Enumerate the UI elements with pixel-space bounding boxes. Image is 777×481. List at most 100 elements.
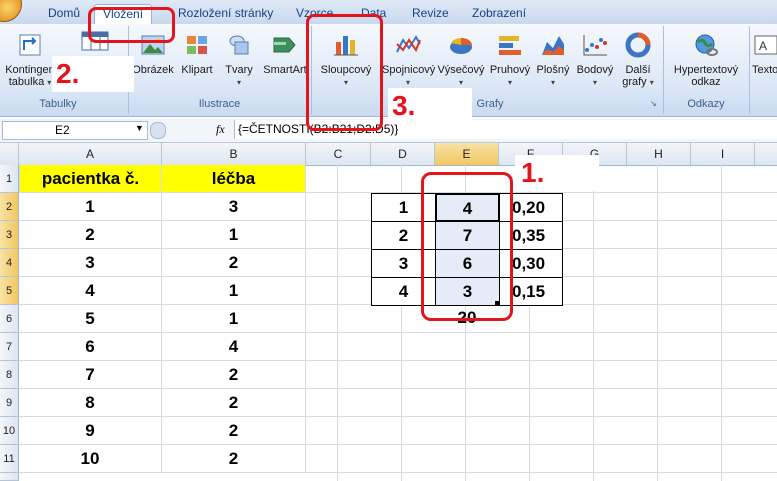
row-header-4[interactable]: 4	[0, 249, 19, 277]
column-header-a[interactable]: A	[19, 143, 162, 165]
tab-zobrazeni[interactable]: Zobrazení	[472, 6, 526, 20]
column-header-d[interactable]: D	[371, 143, 435, 165]
obrazek-label: Obrázek	[132, 64, 174, 76]
row-header-8[interactable]: 8	[0, 361, 19, 389]
cell-b3[interactable]: 1	[162, 221, 306, 249]
pie-chart-icon	[450, 38, 472, 54]
textove-pole-button[interactable]: A Texto	[752, 32, 777, 76]
tvary-button[interactable]: Tvary ▾	[220, 32, 258, 89]
name-box-value: E2	[55, 123, 70, 137]
tvary-label: Tvary	[225, 64, 253, 76]
bar-chart-icon	[499, 36, 521, 55]
klipart-button[interactable]: Klipart	[178, 32, 216, 76]
dialog-launcher-icon[interactable]: ↘	[650, 99, 657, 108]
text-box-icon: A	[754, 35, 777, 55]
plosny-label: Plošný	[536, 64, 570, 76]
select-all-corner[interactable]	[0, 143, 19, 165]
cell-b4[interactable]: 2	[162, 249, 306, 277]
pruhovy-graf-button[interactable]: Pruhový ▾	[488, 32, 532, 89]
cell-a9[interactable]: 8	[19, 389, 162, 417]
tab-rozlozeni-stranky[interactable]: Rozložení stránky	[178, 6, 273, 20]
smartart-button[interactable]: SmartArt	[260, 32, 310, 76]
row-header-10[interactable]: 10	[0, 417, 19, 445]
cell-b7[interactable]: 4	[162, 333, 306, 361]
hypertextovy-label: Hypertextový odkaz	[673, 64, 739, 88]
doughnut-chart-icon	[625, 32, 651, 58]
shapes-icon	[229, 35, 249, 55]
smartart-label: SmartArt	[263, 64, 307, 76]
cell-a6[interactable]: 5	[19, 305, 162, 333]
cell-a3[interactable]: 2	[19, 221, 162, 249]
office-button-icon[interactable]	[0, 0, 22, 22]
smartart-icon	[273, 37, 296, 53]
pruhovy-label: Pruhový	[489, 64, 531, 76]
cell-a4[interactable]: 3	[19, 249, 162, 277]
fx-icon[interactable]: fx	[216, 122, 225, 137]
cell-a1[interactable]: pacientka č.	[19, 165, 162, 193]
name-box[interactable]: E2 ▼	[2, 121, 148, 140]
bodovy-label: Bodový	[576, 64, 614, 76]
vysecovy-graf-button[interactable]: Výsečový ▾	[436, 32, 486, 89]
group-label-ilustrace: Ilustrace	[198, 98, 241, 110]
row-header-11[interactable]: 11	[0, 445, 19, 473]
name-box-dropdown-icon[interactable]: ▼	[135, 123, 144, 133]
column-header-b[interactable]: B	[162, 143, 306, 165]
klipart-label: Klipart	[181, 64, 213, 76]
cell-a10[interactable]: 9	[19, 417, 162, 445]
cell-b2[interactable]: 3	[162, 193, 306, 221]
row-header-7[interactable]: 7	[0, 333, 19, 361]
column-header-c[interactable]: C	[306, 143, 371, 165]
hyperlink-globe-icon	[695, 34, 718, 56]
scatter-chart-icon	[583, 35, 607, 56]
svg-text:A: A	[759, 39, 767, 53]
cell-b5[interactable]: 1	[162, 277, 306, 305]
cell-a11[interactable]: 10	[19, 445, 162, 473]
hypertextovy-odkaz-button[interactable]: Hypertextový odkaz	[666, 32, 746, 88]
row-header-5[interactable]: 5	[0, 277, 19, 305]
plosny-graf-button[interactable]: Plošný ▾	[534, 32, 572, 89]
pivot-table-icon	[19, 34, 41, 56]
column-header-e[interactable]: E	[435, 143, 499, 165]
kontingencni-tabulka-button[interactable]: Kontingen tabulka ▾	[2, 32, 58, 89]
column-header-i[interactable]: I	[691, 143, 755, 165]
highlight-sloupcovy-button	[306, 14, 383, 131]
cell-b8[interactable]: 2	[162, 361, 306, 389]
clipart-icon	[187, 36, 207, 54]
cell-b11[interactable]: 2	[162, 445, 306, 473]
row-header-9[interactable]: 9	[0, 389, 19, 417]
cell-b10[interactable]: 2	[162, 417, 306, 445]
tab-domu[interactable]: Domů	[48, 6, 80, 20]
group-label-odkazy: Odkazy	[687, 98, 725, 110]
cell-a8[interactable]: 7	[19, 361, 162, 389]
callout-step-3: 3.	[388, 88, 472, 124]
callout-step-1: 1.	[515, 155, 599, 191]
cell-a2[interactable]: 1	[19, 193, 162, 221]
cell-b1[interactable]: léčba	[162, 165, 306, 193]
row-header-3[interactable]: 3	[0, 221, 19, 249]
tab-revize[interactable]: Revize	[412, 6, 449, 20]
callout-step-2: 2.	[52, 56, 134, 92]
line-chart-icon	[396, 35, 421, 53]
vysecovy-label: Výsečový	[437, 64, 485, 76]
spojnicovy-graf-button[interactable]: Spojnicový ▾	[382, 32, 436, 89]
cell-a5[interactable]: 4	[19, 277, 162, 305]
row-header-6[interactable]: 6	[0, 305, 19, 333]
column-header-j[interactable]	[755, 143, 777, 165]
row-header-12[interactable]	[0, 473, 19, 481]
textove-label: Texto	[752, 64, 777, 76]
bodovy-graf-button[interactable]: Bodový ▾	[574, 32, 616, 89]
spojnicovy-label: Spojnicový	[382, 64, 436, 76]
cell-b9[interactable]: 2	[162, 389, 306, 417]
highlight-frequency-range	[421, 172, 513, 321]
group-label-tabulky: Tabulky	[39, 98, 77, 110]
area-chart-icon	[542, 36, 564, 55]
dalsi-label: Další grafy	[622, 64, 651, 88]
column-header-h[interactable]: H	[627, 143, 691, 165]
cell-b6[interactable]: 1	[162, 305, 306, 333]
formula-bar-splitter[interactable]	[150, 122, 166, 139]
highlight-vlozeni-tab	[88, 7, 175, 43]
row-header-2[interactable]: 2	[0, 193, 19, 221]
dalsi-grafy-button[interactable]: Další grafy ▾	[618, 32, 658, 89]
cell-a7[interactable]: 6	[19, 333, 162, 361]
row-header-1[interactable]: 1	[0, 165, 19, 193]
